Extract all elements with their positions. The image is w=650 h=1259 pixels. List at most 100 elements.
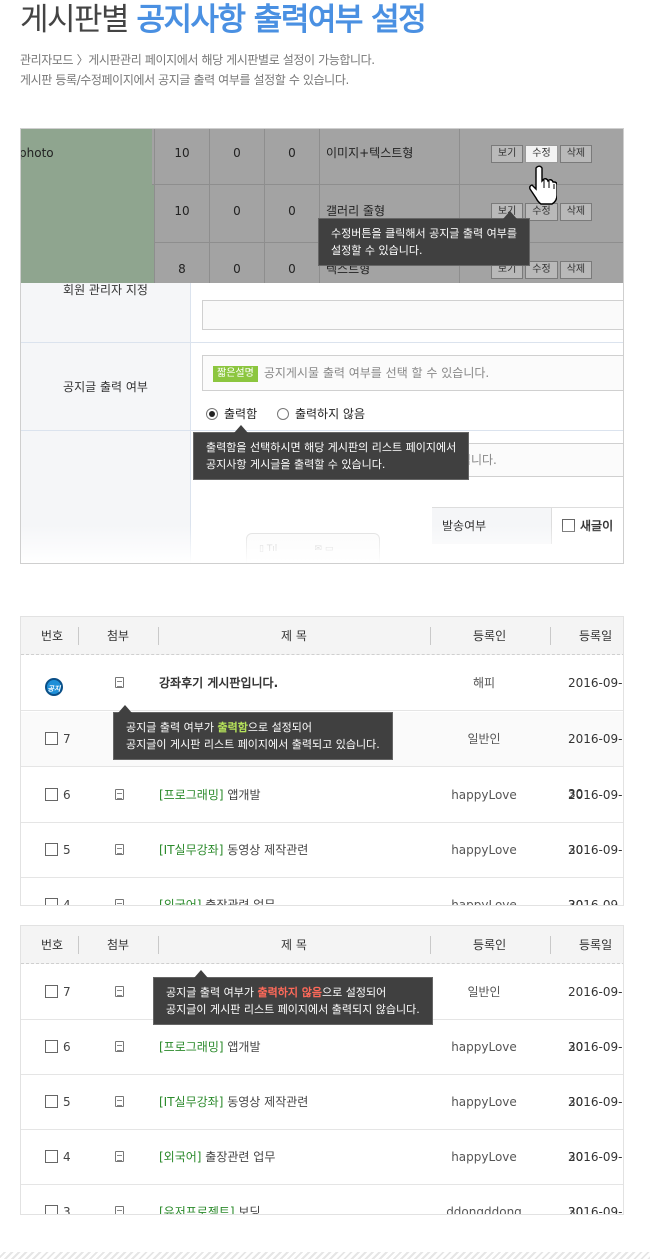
table-row[interactable]: 4 [외국어] 출장관련 업무 happyLove 2016-09-30 <box>21 1130 623 1214</box>
edit-button[interactable]: 수정 <box>525 202 558 221</box>
bottom-fade <box>21 525 623 563</box>
attach-cell <box>115 1075 125 1130</box>
post-writer: happyLove <box>451 1040 517 1054</box>
post-title-text: 보딩 <box>234 1205 261 1215</box>
edit-button[interactable]: 수정 <box>525 144 558 163</box>
col-date: 등록일 <box>579 938 613 952</box>
manager-row: 회원 관리자 지정 <box>21 283 623 343</box>
row-no: 4 <box>45 1130 71 1185</box>
row-number: 5 <box>63 843 71 857</box>
header-divider <box>78 627 79 645</box>
desc-line-1: 관리자모드 〉게시판관리 페이지에서 해당 게시판별로 설정이 가능합니다. <box>20 53 375 67</box>
output-tooltip: 출력함을 선택하시면 해당 게시판의 리스트 페이지에서 공지사항 게시글을 출… <box>193 425 470 480</box>
post-title[interactable]: [외국어] 출장관련 업무 <box>159 878 275 906</box>
post-category: [외국어] <box>159 898 202 906</box>
board-list-output-on: 번호 첨부 제 목 등록인 등록일 공지 강좌후기 게시판입니다. 해피 201… <box>20 616 624 906</box>
row-checkbox[interactable] <box>45 898 58 905</box>
post-title[interactable]: [프로그래밍] 앱개발 <box>159 768 261 823</box>
radio-output-on[interactable] <box>206 408 218 420</box>
row-checkbox[interactable] <box>45 788 58 801</box>
notify-table: 발송여부 새글이 <box>432 507 623 544</box>
post-category: [프로그래밍] <box>159 788 224 802</box>
document-icon <box>115 677 124 688</box>
post-title[interactable]: [유저프로젝트] 보딩 <box>159 1185 261 1215</box>
row-number: 7 <box>63 985 71 999</box>
delete-button[interactable]: 삭제 <box>559 202 593 221</box>
post-title[interactable]: [IT실무강좌] 동영상 제작관련 <box>159 1075 308 1130</box>
post-title[interactable]: [프로그래밍] 앱개발 <box>159 1020 261 1075</box>
post-title[interactable]: 강좌후기 게시판입니다. <box>159 656 278 711</box>
edit-tooltip: 수정버튼을 클릭해서 공지글 출력 여부를 설정할 수 있습니다. <box>318 211 531 266</box>
board-name: photo <box>21 129 152 185</box>
table-row[interactable]: 5 [IT실무강좌] 동영상 제작관련 happyLove 2016-09-30 <box>21 1075 623 1164</box>
row-number: 6 <box>63 1040 71 1054</box>
row-number: 7 <box>63 732 71 746</box>
col-title: 제 목 <box>281 938 307 952</box>
post-writer: happyLove <box>451 843 517 857</box>
table-row[interactable]: 6 [프로그래밍] 앱개발 happyLove 2016-09-30 <box>21 1020 623 1109</box>
board-list-output-off: 번호 첨부 제 목 등록인 등록일 7 일반인 2016-09-30 6 [프로… <box>20 925 624 1215</box>
row-checkbox[interactable] <box>45 985 58 998</box>
post-title[interactable]: [IT실무강좌] 동영상 제작관련 <box>159 823 308 878</box>
row-no: 6 <box>45 768 71 823</box>
board-count: 10 <box>154 185 209 243</box>
row-no: 4 <box>45 878 71 906</box>
post-writer: 일반인 <box>467 985 501 999</box>
post-category: [IT실무강좌] <box>159 1095 224 1109</box>
table-row[interactable]: 6 [프로그래밍] 앱개발 happyLove 2016-09-30 <box>21 768 623 857</box>
col-date: 등록일 <box>579 629 613 643</box>
table-row[interactable]: 4 [외국어] 출장관련 업무 happyLove 2016-09-30 <box>21 878 623 906</box>
bottom-divider <box>0 1252 650 1259</box>
output-tooltip-line-1: 출력함을 선택하시면 해당 게시판의 리스트 페이지에서 <box>206 441 457 454</box>
header-divider <box>158 627 159 645</box>
delete-button[interactable]: 삭제 <box>559 260 593 279</box>
post-writer: happyLove <box>451 1150 517 1164</box>
tooltip-arrow <box>118 705 132 713</box>
row-checkbox[interactable] <box>45 1150 58 1163</box>
post-title-text: 동영상 제작관련 <box>223 1095 309 1109</box>
notice-help-box: 짧은설명 공지게시물 출력 여부를 선택 할 수 있습니다. <box>202 355 623 391</box>
radio-output-on-label[interactable]: 출력함 <box>224 407 257 421</box>
output-tooltip-line-2: 공지사항 게시글을 출력할 수 있습니다. <box>206 458 386 471</box>
post-writer: happyLove <box>451 1095 517 1109</box>
radio-output-off[interactable] <box>276 408 289 420</box>
page-title: 게시판별 공지사항 출력여부 설정 <box>20 0 427 40</box>
list-on-tooltip-line-2: 공지글이 게시판 리스트 페이지에서 출력되고 있습니다. <box>126 738 380 751</box>
attach-cell <box>115 1185 125 1214</box>
list-off-tooltip: 공지글 출력 여부가 출력하지 않음으로 설정되어 공지글이 게시판 리스트 페… <box>153 970 433 1025</box>
row-checkbox[interactable] <box>45 1040 58 1053</box>
document-icon <box>115 1096 124 1107</box>
edit-button[interactable]: 수정 <box>525 260 558 279</box>
header-divider <box>430 936 431 954</box>
post-writer: 일반인 <box>467 732 501 746</box>
attach-cell <box>115 823 125 878</box>
row-checkbox[interactable] <box>45 732 58 745</box>
delete-button[interactable]: 삭제 <box>559 144 593 163</box>
col-writer: 등록인 <box>473 629 507 643</box>
row-checkbox[interactable] <box>45 1205 58 1214</box>
tooltip-text: 으로 설정되어 <box>322 986 387 999</box>
document-icon <box>115 789 124 800</box>
board-count: 0 <box>209 129 264 185</box>
view-button[interactable]: 보기 <box>490 144 524 163</box>
document-icon <box>115 1206 124 1214</box>
row-checkbox[interactable] <box>45 843 58 856</box>
row-number: 4 <box>63 898 71 906</box>
manager-input[interactable] <box>202 300 623 330</box>
board-settings-form: 회원 관리자 지정 공지글 출력 여부 짧은설명 공지게시물 출력 여부를 선택 … <box>21 283 623 563</box>
post-writer: 해피 <box>472 676 496 690</box>
title-highlight: 공지사항 출력여부 설정 <box>136 2 426 38</box>
post-title-text: 출장관련 업무 <box>201 1150 276 1164</box>
edit-tooltip-line-1: 수정버튼을 클릭해서 공지글 출력 여부를 <box>331 227 518 240</box>
col-writer: 등록인 <box>473 938 507 952</box>
notice-help-text: 공지게시물 출력 여부를 선택 할 수 있습니다. <box>263 366 490 380</box>
post-title[interactable]: [외국어] 출장관련 업무 <box>159 1130 275 1185</box>
radio-output-off-label[interactable]: 출력하지 않음 <box>295 407 365 421</box>
table-row[interactable]: 3 [유저프로젝트] 보딩 ddongddong kang 2016-09-2 <box>21 1185 623 1215</box>
notice-row[interactable]: 공지 강좌후기 게시판입니다. 해피 2016-09-14 <box>21 656 623 745</box>
list-on-tooltip-line-1: 공지글 출력 여부가 출력함으로 설정되어 <box>126 719 380 736</box>
list-header: 번호 첨부 제 목 등록인 등록일 <box>21 926 623 964</box>
table-row[interactable]: 5 [IT실무강좌] 동영상 제작관련 happyLove 2016-09-30 <box>21 823 623 905</box>
row-checkbox[interactable] <box>45 1095 58 1108</box>
post-title-text: 앱개발 <box>223 788 261 802</box>
